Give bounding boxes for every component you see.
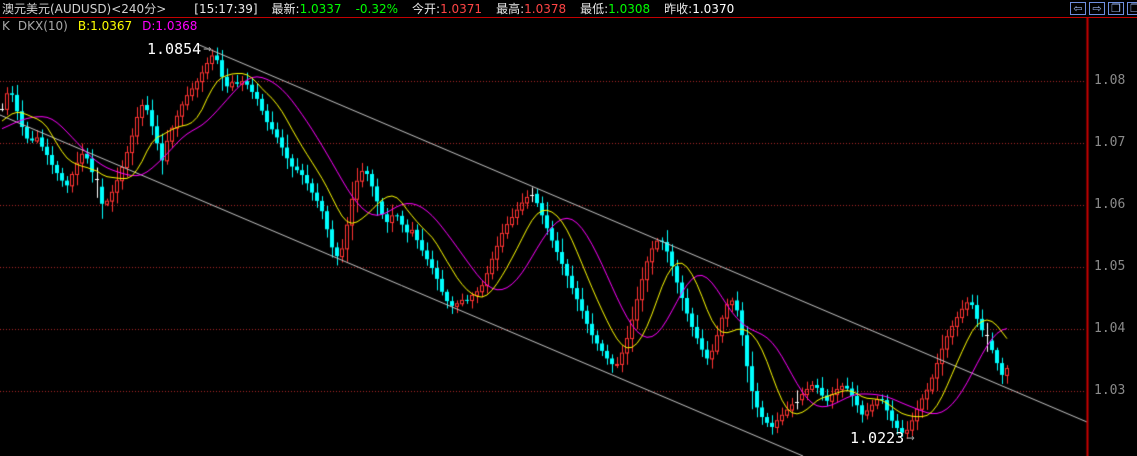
window-button[interactable]: ❐ (1108, 2, 1124, 15)
right-arrow-icon: ⇨ (1092, 2, 1102, 15)
field-low: 最低:1.0308 (580, 2, 651, 16)
chart-type-label: K (2, 19, 10, 33)
indicator-legend-row: K DKX(10) B:1.0367 D:1.0368 (2, 19, 197, 33)
page-left-button[interactable]: ⇦ (1070, 2, 1086, 15)
annotation-arrow-icon: → (906, 430, 915, 446)
field-change-pct: -0.32% (356, 2, 398, 16)
window-box-icon-2: ❐ (1130, 2, 1137, 15)
window-button-clipped[interactable]: ❐ (1127, 2, 1137, 15)
field-open: 今开:1.0371 (412, 2, 483, 16)
quote-time: [15:17:39] (194, 1, 258, 16)
annotation-arrow-icon: → (203, 41, 212, 57)
y-axis-tick-label: 1.04 (1094, 321, 1126, 336)
nav-button-group: ⇦ ⇨ ❐ ❐ (1070, 2, 1137, 15)
peak-price-text: 1.0854 (147, 40, 202, 58)
page-right-button[interactable]: ⇨ (1089, 2, 1105, 15)
change-pct-value: -0.32% (355, 1, 399, 16)
y-axis-tick-label: 1.03 (1094, 383, 1126, 398)
indicator-d-value: D:1.0368 (142, 19, 198, 33)
y-axis-tick-label: 1.07 (1094, 135, 1126, 150)
indicator-name[interactable]: DKX(10) (18, 19, 68, 33)
indicator-b-value: B:1.0367 (77, 19, 133, 33)
low-value: 1.0308 (608, 2, 651, 16)
prev-close-value: 1.0370 (692, 2, 735, 16)
trough-price-annotation: 1.0223 → (850, 429, 915, 447)
app-window: 澳元美元(AUDUSD)<240分> [15:17:39] 最新:1.0337 … (0, 0, 1137, 456)
last-value: 1.0337 (299, 2, 342, 16)
trough-price-text: 1.0223 (850, 429, 905, 447)
field-prev-close: 昨收:1.0370 (664, 2, 735, 16)
candlestick-chart[interactable] (0, 18, 1137, 456)
field-high: 最高:1.0378 (496, 2, 567, 16)
quote-header-bar: 澳元美元(AUDUSD)<240分> [15:17:39] 最新:1.0337 … (0, 0, 1137, 17)
y-axis-tick-label: 1.08 (1094, 73, 1126, 88)
open-value: 1.0371 (440, 2, 483, 16)
window-box-icon: ❐ (1111, 2, 1121, 15)
field-last: 最新:1.0337 (271, 2, 342, 16)
high-value: 1.0378 (524, 2, 567, 16)
symbol-title: 澳元美元(AUDUSD)<240分> (2, 2, 167, 16)
peak-price-annotation: 1.0854 → (147, 40, 212, 58)
y-axis-tick-label: 1.05 (1094, 259, 1126, 274)
left-arrow-icon: ⇦ (1073, 2, 1083, 15)
y-axis-tick-label: 1.06 (1094, 197, 1126, 212)
